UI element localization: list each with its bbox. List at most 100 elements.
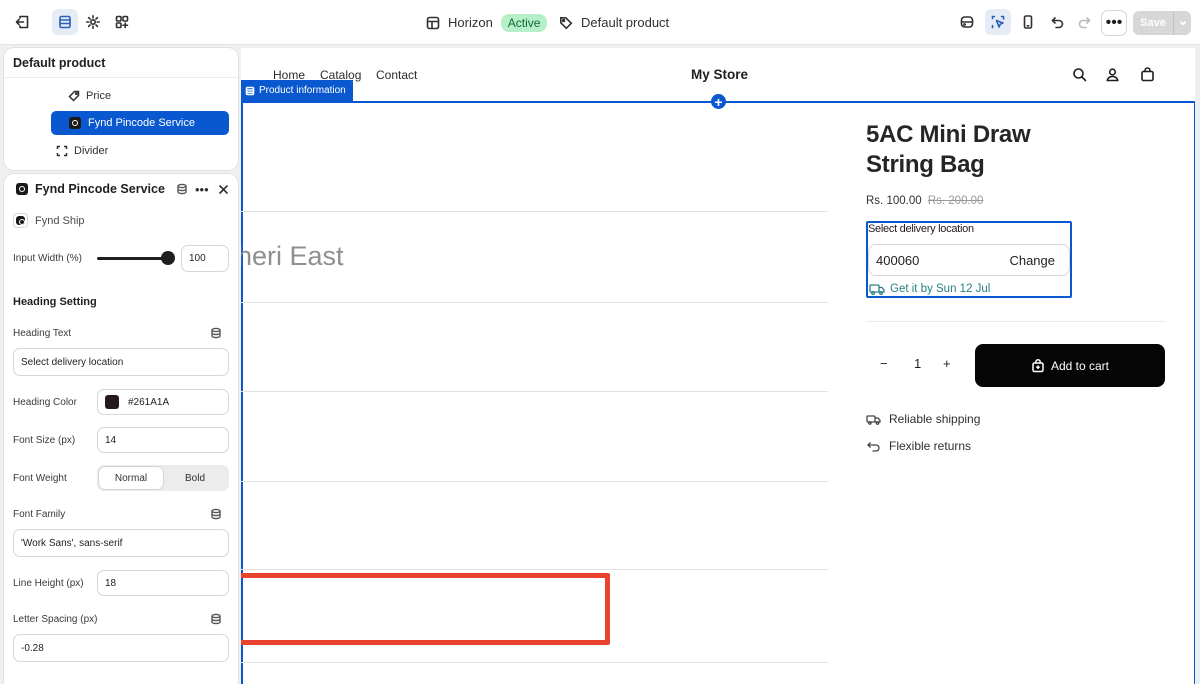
divider (4, 77, 238, 78)
add-to-cart-label: Add to cart (1050, 358, 1110, 373)
store-preview: Home Catalog Contact My Store Product in… (241, 48, 1200, 684)
feature-label: Flexible returns (889, 439, 972, 453)
page-name: Default product (581, 15, 670, 30)
theme-settings-button[interactable] (80, 9, 106, 35)
input-width-slider-handle[interactable] (161, 251, 175, 265)
sections-icon (245, 86, 255, 95)
add-to-cart-button[interactable]: Add to cart (975, 344, 1165, 387)
product-title: 5AC Mini Draw String Bag (866, 121, 1031, 178)
heading-color-value: #261A1A (128, 396, 170, 408)
theme-name: Horizon (448, 15, 493, 30)
font-family-field[interactable]: 'Work Sans', sans-serif (13, 529, 229, 557)
dynamic-source-icon[interactable] (210, 327, 222, 339)
exit-icon (15, 15, 29, 29)
save-button-group: Save (1133, 11, 1191, 35)
account-icon[interactable] (1105, 67, 1120, 82)
save-options-button[interactable] (1173, 11, 1191, 35)
dynamic-source-icon[interactable] (210, 508, 222, 520)
heading-text-label: Heading Text (13, 328, 72, 339)
block-tree-panel: Default product Price Fynd Pincode Servi… (4, 48, 238, 170)
mobile-preview-button[interactable] (1015, 9, 1041, 35)
pincode-service-block[interactable]: Select delivery location 400060 Change G… (866, 221, 1072, 298)
quantity-value[interactable]: 1 (914, 356, 921, 371)
font-weight-normal-option[interactable]: Normal (99, 467, 163, 489)
media-gallery-text: heri East (241, 241, 344, 271)
input-width-field[interactable]: 100 (181, 245, 229, 272)
input-width-slider-track[interactable] (97, 257, 169, 260)
page-selector[interactable]: Default product (559, 0, 669, 45)
font-size-field[interactable]: 14 (97, 427, 229, 453)
undo-button[interactable] (1045, 9, 1071, 35)
more-options-icon[interactable]: ••• (195, 182, 209, 197)
redo-button[interactable] (1071, 9, 1097, 35)
tree-item-price[interactable]: Price (68, 84, 111, 108)
database-icon[interactable] (176, 183, 188, 195)
undo-icon (1051, 17, 1064, 29)
quantity-increase-button[interactable]: + (943, 356, 951, 371)
app-name: Fynd Ship (35, 215, 85, 227)
section-tag[interactable]: Product information (241, 80, 353, 101)
gear-icon (86, 15, 100, 29)
heading-color-field[interactable]: #261A1A (97, 389, 229, 415)
pincode-heading: Select delivery location (868, 223, 974, 235)
save-button[interactable]: Save (1133, 11, 1173, 35)
pincode-input[interactable]: 400060 Change (868, 244, 1070, 276)
theme-selector[interactable]: Horizon Active (426, 0, 548, 45)
font-family-label: Font Family (13, 509, 66, 520)
cart-bag-icon[interactable] (1140, 67, 1155, 82)
apps-button[interactable] (109, 9, 135, 35)
divider (241, 662, 828, 663)
close-icon[interactable] (218, 184, 229, 195)
return-arrow-icon (867, 441, 880, 452)
highlight-rectangle (241, 573, 610, 645)
chevron-down-icon (1179, 21, 1186, 26)
pincode-value: 400060 (876, 252, 920, 268)
inspector-button[interactable] (954, 9, 980, 35)
divider (241, 302, 828, 303)
dynamic-source-icon[interactable] (210, 613, 222, 625)
heading-setting-title: Heading Setting (13, 296, 97, 308)
add-section-icon[interactable]: + (711, 94, 726, 109)
quantity-decrease-button[interactable]: − (880, 356, 888, 371)
tree-title: Default product (13, 56, 106, 70)
divider (241, 211, 828, 212)
change-pincode-button[interactable]: Change (1009, 253, 1055, 268)
delivery-truck-icon (869, 284, 885, 295)
input-width-label: Input Width (%) (13, 253, 82, 264)
mobile-icon (1023, 15, 1033, 29)
cart-add-icon (1032, 358, 1044, 372)
more-actions-button[interactable]: ••• (1101, 10, 1127, 36)
compare-at-price: Rs. 200.00 (927, 195, 984, 207)
exit-button[interactable] (9, 9, 35, 35)
tree-item-label: Divider (74, 145, 109, 157)
search-icon[interactable] (1072, 67, 1087, 82)
tree-item-divider[interactable]: Divider (56, 139, 108, 163)
store-title[interactable]: My Store (691, 67, 748, 82)
letter-spacing-field[interactable]: -0.28 (13, 634, 229, 662)
tree-item-label: Price (86, 90, 112, 102)
color-swatch[interactable] (105, 395, 119, 409)
editor-toolbar: Horizon Active Default product ••• Save (0, 0, 1200, 45)
select-mode-button[interactable] (985, 9, 1011, 35)
feature-reliable-shipping: Reliable shipping (866, 412, 980, 426)
divider (241, 481, 828, 482)
price-tag-icon (68, 90, 80, 102)
nav-link-contact[interactable]: Contact (376, 68, 417, 82)
font-weight-bold-option[interactable]: Bold (163, 467, 227, 489)
heading-text-field[interactable]: Select delivery location (13, 348, 229, 376)
line-height-field[interactable]: 18 (97, 570, 229, 596)
app-icon (69, 117, 81, 129)
preview-scrollbar[interactable] (1195, 48, 1200, 684)
redo-icon (1078, 17, 1091, 29)
product-price: Rs. 100.00 Rs. 200.00 (866, 195, 983, 207)
delivery-estimate: Get it by Sun 12 Jul (869, 283, 990, 295)
tree-item-fynd-pincode-service[interactable]: Fynd Pincode Service (51, 111, 229, 135)
tag-icon (560, 16, 573, 29)
sections-view-button[interactable] (52, 9, 78, 35)
shipping-truck-icon (866, 414, 881, 425)
divider (866, 321, 1166, 322)
settings-title: Fynd Pincode Service (35, 182, 165, 196)
price-value: Rs. 100.00 (866, 195, 922, 207)
tree-item-label: Fynd Pincode Service (88, 117, 195, 129)
app-icon (16, 183, 28, 195)
